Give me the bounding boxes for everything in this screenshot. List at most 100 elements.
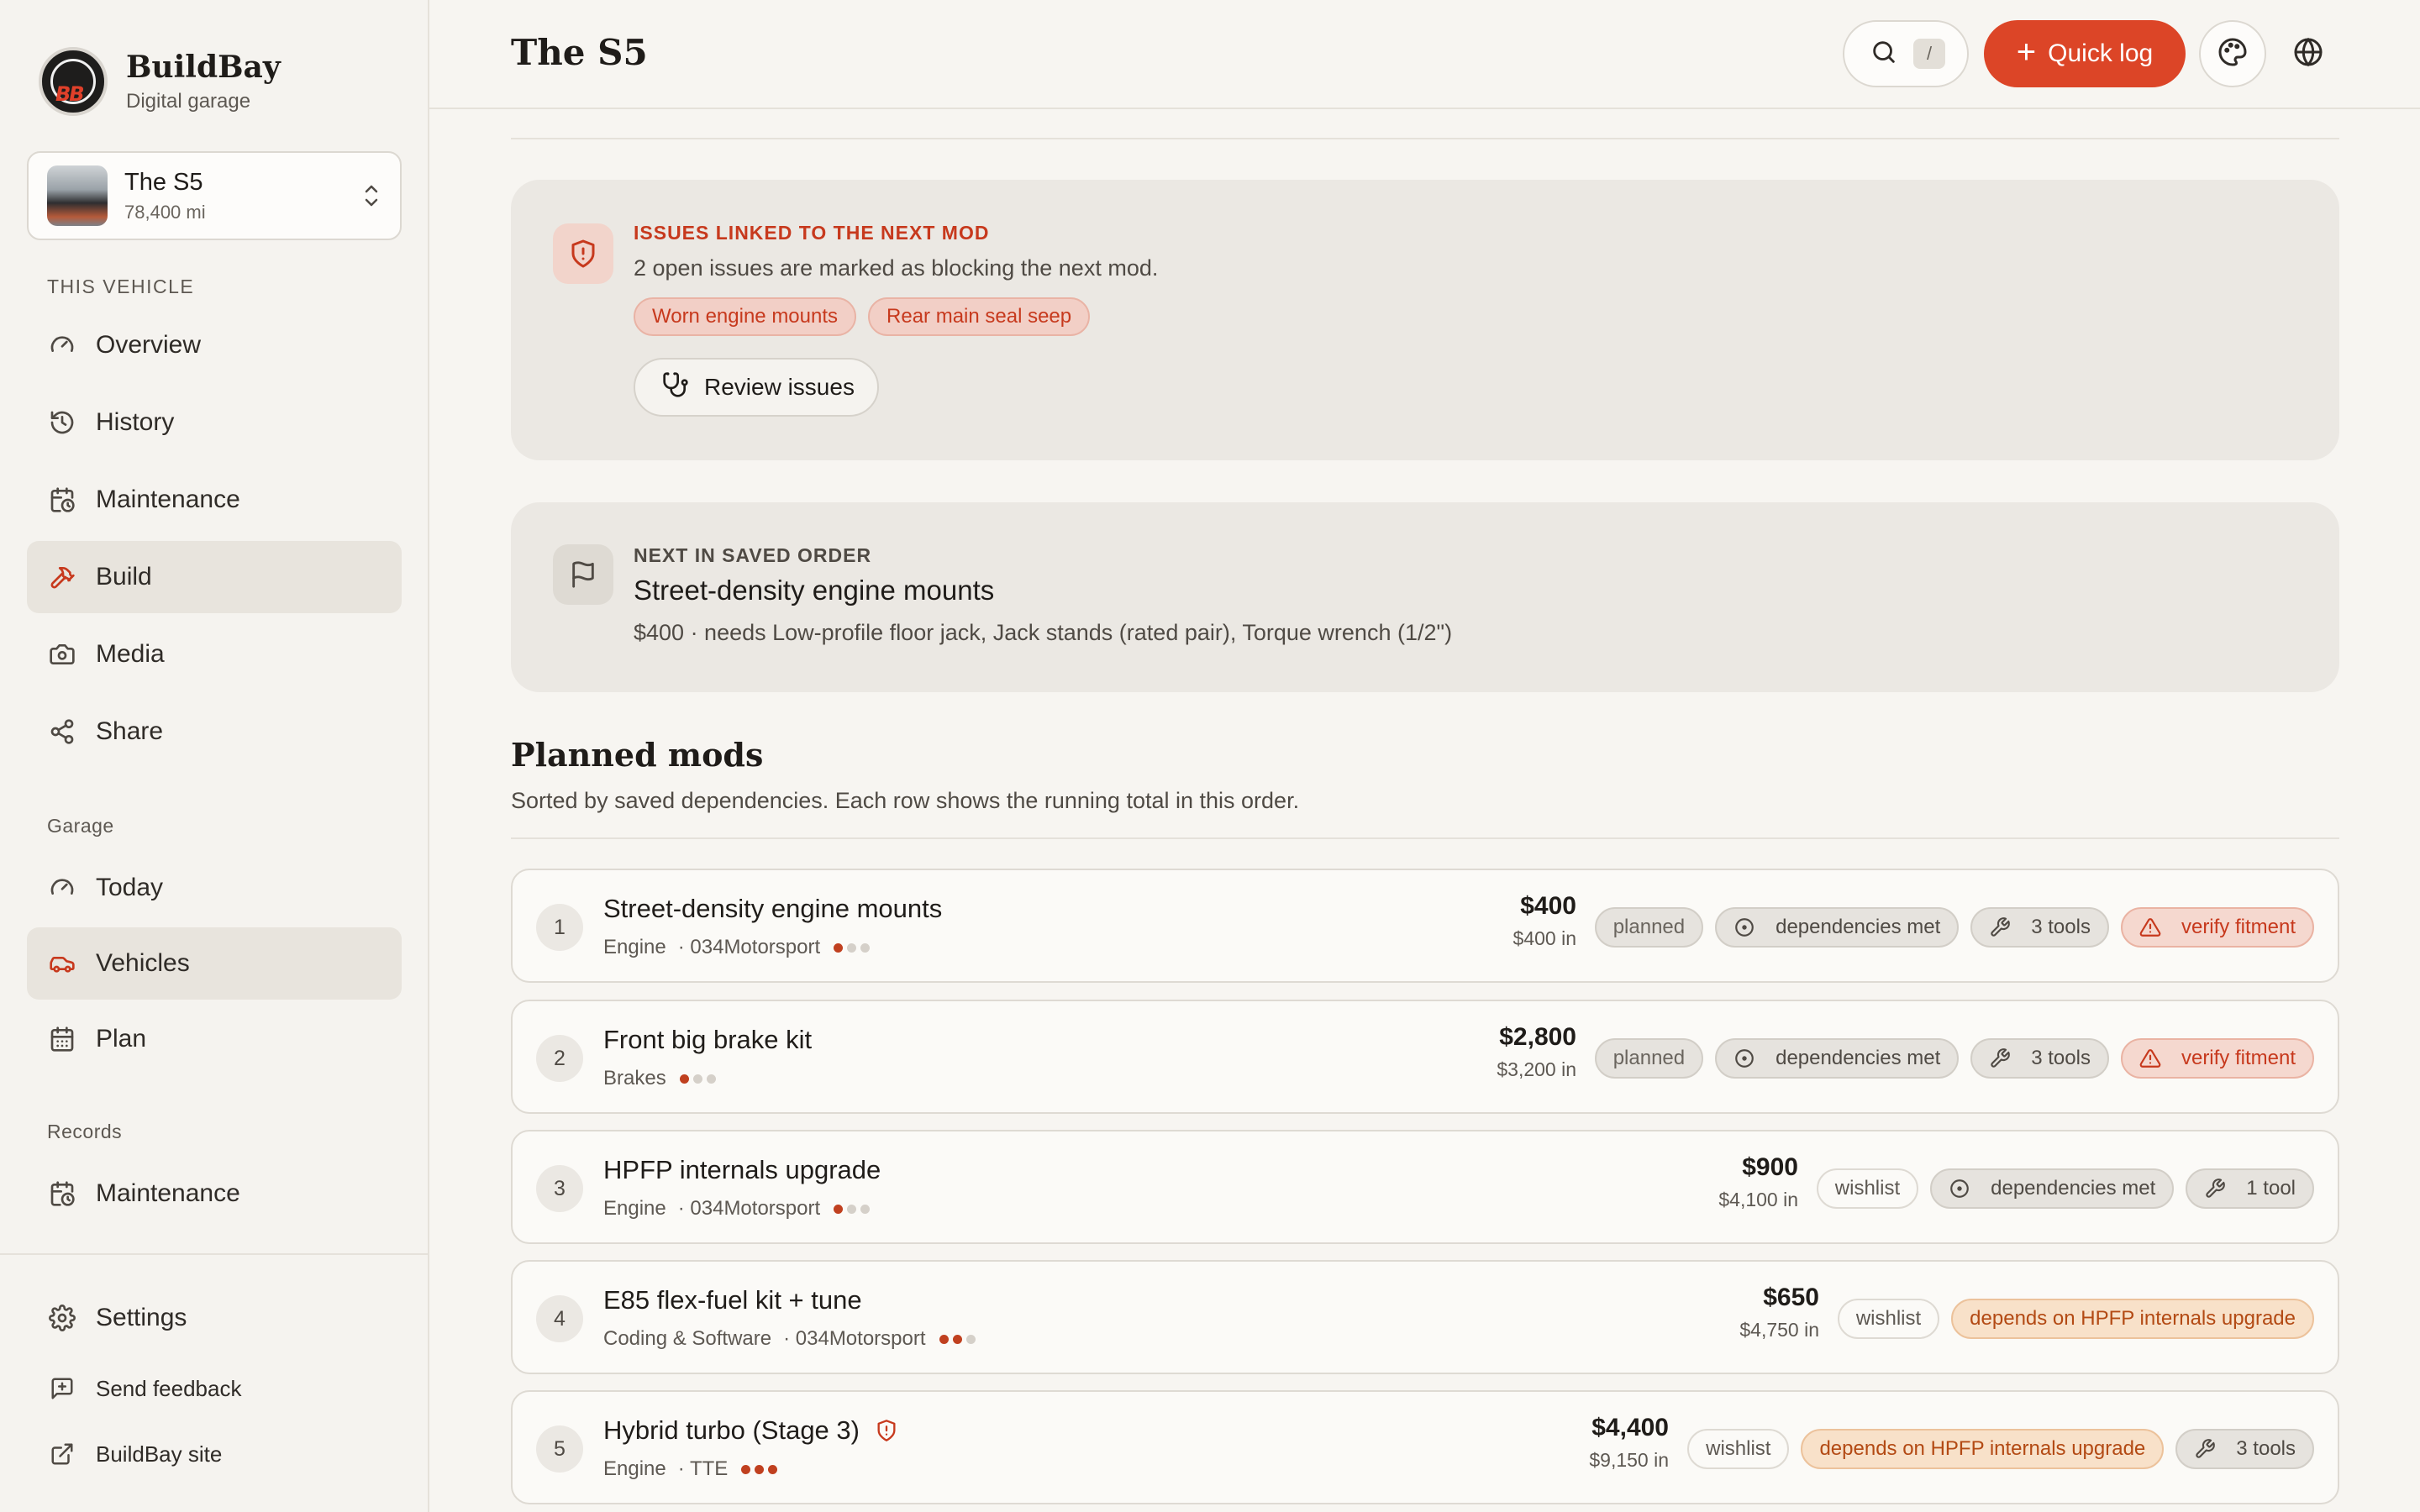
issue-tag[interactable]: Worn engine mounts	[634, 297, 857, 336]
mod-meta: Engine · 034Motorsport	[603, 936, 871, 959]
check-circle-icon	[1733, 916, 1765, 938]
nav-records-maintenance[interactable]: Maintenance	[27, 1158, 402, 1230]
nav-settings[interactable]: Settings	[27, 1282, 402, 1354]
mod-chips: wishlist depends on HPFP internals upgrad…	[1837, 1299, 2314, 1339]
nav-today[interactable]: Today	[27, 852, 402, 924]
chip-planned[interactable]: planned	[1594, 1038, 1704, 1079]
running-total: $4,750 in	[1739, 1319, 1819, 1341]
nav-plan[interactable]: Plan	[27, 1003, 402, 1075]
vehicle-picker[interactable]: The S5 78,400 mi	[27, 151, 402, 240]
mod-vendor: · 034Motorsport	[677, 936, 821, 958]
nav-share[interactable]: Share	[27, 696, 402, 768]
chip-depends[interactable]: depends on HPFP internals upgrade	[1801, 1429, 2165, 1469]
sidebar: BB BuildBay Digital garage The S5 78,400…	[0, 0, 429, 1512]
difficulty-dot	[847, 942, 857, 953]
mod-name: E85 flex-fuel kit + tune	[603, 1285, 862, 1315]
chip-neutral[interactable]: dependencies met	[1715, 907, 1960, 948]
next-eyebrow: NEXT IN SAVED ORDER	[634, 544, 872, 566]
quick-log-button[interactable]: + Quick log	[1984, 20, 2186, 87]
chip-warn[interactable]: verify fitment	[2120, 1038, 2314, 1079]
mod-row[interactable]: 1 Street-density engine mounts Engine · 034…	[511, 869, 2339, 983]
chip-wishlist[interactable]: wishlist	[1687, 1429, 1790, 1469]
chip-neutral[interactable]: dependencies met	[1930, 1168, 2175, 1209]
next-mod-card[interactable]: NEXT IN SAVED ORDER Street-density engin…	[511, 502, 2339, 692]
chip-warn[interactable]: verify fitment	[2120, 907, 2314, 948]
sidebar-divider	[0, 1253, 429, 1255]
mod-row[interactable]: 2 Front big brake kit Brakes planned depende…	[511, 1000, 2339, 1114]
planned-mods-title: Planned mods	[511, 736, 764, 774]
chip-wishlist[interactable]: wishlist	[1837, 1299, 1940, 1339]
mod-price: $650 $4,750 in	[1739, 1284, 1819, 1341]
mod-vendor: · 034Motorsport	[783, 1327, 926, 1350]
mod-meta: Brakes	[603, 1067, 716, 1090]
nav-send-feedback[interactable]: Send feedback	[27, 1352, 402, 1425]
chip-wishlist[interactable]: wishlist	[1816, 1168, 1919, 1209]
difficulty-dot	[952, 1334, 962, 1344]
shield-alert-icon	[875, 1419, 898, 1442]
difficulty-dot	[706, 1074, 716, 1084]
mod-chips: wishlist dependencies met 1 tool	[1816, 1168, 2314, 1209]
chip-neutral[interactable]: 3 tools	[1970, 907, 2109, 948]
vehicle-thumbnail	[47, 165, 108, 226]
language-button[interactable]	[2275, 20, 2342, 87]
running-total: $400 in	[1512, 927, 1576, 949]
vehicle-mileage: 78,400 mi	[124, 201, 206, 223]
theme-button[interactable]	[2199, 20, 2266, 87]
mod-row[interactable]: 4 E85 flex-fuel kit + tune Coding & Softwa…	[511, 1260, 2339, 1374]
issue-tag[interactable]: Rear main seal seep	[868, 297, 1091, 336]
chevron-up-down-icon	[361, 181, 381, 211]
mod-meta: Engine · 034Motorsport	[603, 1197, 871, 1221]
calendar-clock-icon	[47, 485, 77, 515]
section-label-this-vehicle: THIS VEHICLE	[47, 276, 195, 297]
mod-order-number: 3	[536, 1165, 583, 1212]
next-mod-title: Street-density engine mounts	[634, 575, 995, 606]
difficulty-dots	[834, 942, 871, 953]
nav-media[interactable]: Media	[27, 618, 402, 690]
nav-buildbay-site[interactable]: BuildBay site	[27, 1418, 402, 1490]
chip-neutral[interactable]: 3 tools	[1970, 1038, 2109, 1079]
review-issues-button[interactable]: Review issues	[634, 358, 879, 417]
wrench-icon	[1989, 916, 2021, 938]
brand[interactable]: BB BuildBay Digital garage	[39, 47, 281, 116]
share-icon	[47, 717, 77, 747]
nav-overview[interactable]: Overview	[27, 309, 402, 381]
check-circle-icon	[1949, 1178, 1981, 1200]
difficulty-dot	[834, 1204, 844, 1214]
search-button[interactable]: /	[1843, 20, 1969, 87]
chip-neutral[interactable]: 3 tools	[2175, 1429, 2314, 1469]
difficulty-dot	[847, 1204, 857, 1214]
mod-meta: Coding & Software · 034Motorsport	[603, 1327, 976, 1351]
mod-name: Hybrid turbo (Stage 3)	[603, 1415, 898, 1446]
content-divider	[511, 138, 2339, 139]
nav-maintenance[interactable]: Maintenance	[27, 464, 402, 536]
chip-planned[interactable]: planned	[1594, 907, 1704, 948]
mod-cost: $2,800	[1499, 1023, 1576, 1051]
flag-icon	[553, 544, 613, 605]
mod-name: Front big brake kit	[603, 1025, 813, 1054]
brand-logo: BB	[39, 47, 108, 116]
gauge-icon	[47, 330, 77, 360]
warning-icon	[2139, 1047, 2171, 1069]
difficulty-dot	[768, 1464, 778, 1474]
running-total: $3,200 in	[1497, 1058, 1576, 1080]
nav-build[interactable]: Build	[27, 541, 402, 613]
issues-card: ISSUES LINKED TO THE NEXT MOD 2 open iss…	[511, 180, 2339, 460]
chip-depends[interactable]: depends on HPFP internals upgrade	[1951, 1299, 2314, 1339]
wrench-icon	[2204, 1178, 2236, 1200]
mod-cost: $650	[1763, 1284, 1819, 1311]
nav-vehicles[interactable]: Vehicles	[27, 927, 402, 1000]
mod-row[interactable]: 3 HPFP internals upgrade Engine · 034Motors…	[511, 1130, 2339, 1244]
stethoscope-icon	[662, 371, 704, 404]
mod-chips: planned dependencies met 3 tools verify fit…	[1594, 907, 2314, 948]
running-total: $9,150 in	[1589, 1449, 1669, 1471]
mod-order-number: 5	[536, 1425, 583, 1473]
hammer-icon	[47, 562, 77, 592]
mod-category: Engine	[603, 1197, 666, 1220]
mod-price: $900 $4,100 in	[1718, 1153, 1798, 1211]
nav-history[interactable]: History	[27, 386, 402, 459]
mod-row[interactable]: 5 Hybrid turbo (Stage 3) Engine · TTE wishli…	[511, 1390, 2339, 1504]
next-mod-description: $400 · needs Low-profile floor jack, Jac…	[634, 620, 1453, 645]
chip-neutral[interactable]: dependencies met	[1715, 1038, 1960, 1079]
chip-neutral[interactable]: 1 tool	[2186, 1168, 2314, 1209]
mod-cost: $400	[1520, 892, 1576, 920]
